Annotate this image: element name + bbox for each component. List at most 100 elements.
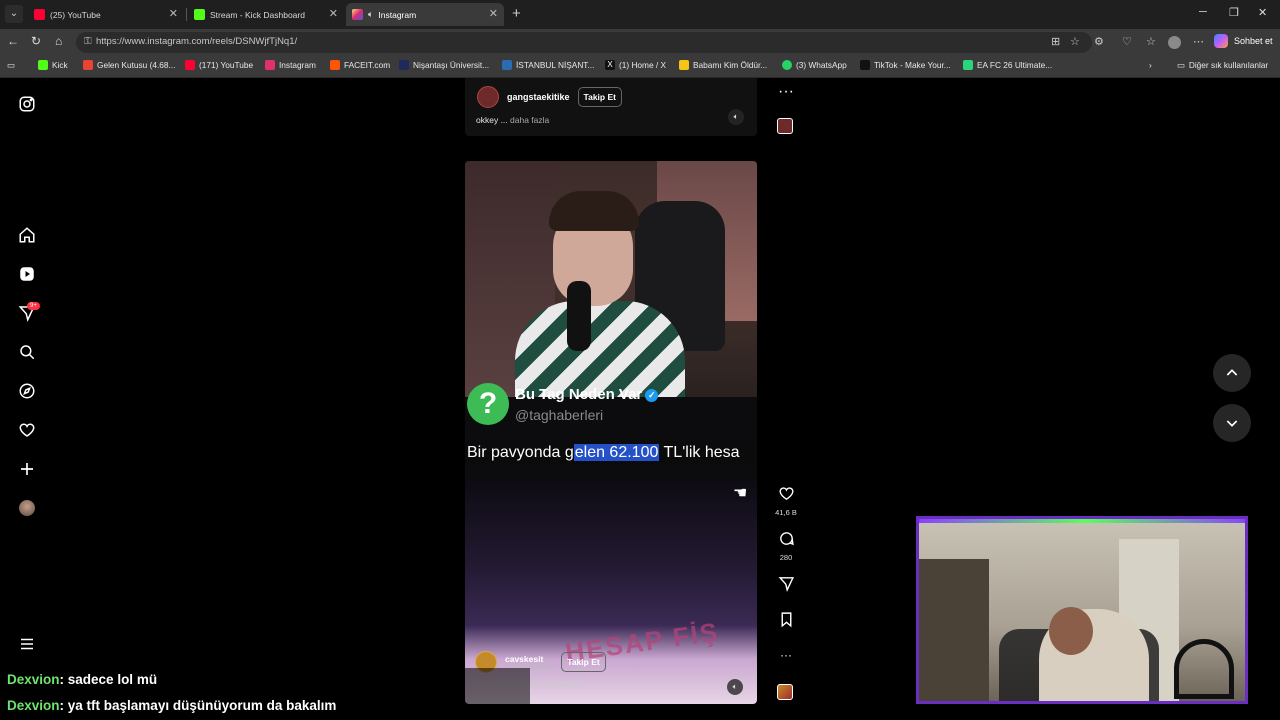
tab-youtube[interactable]: (25) YouTube ✕ bbox=[28, 3, 184, 26]
chevron-up-icon bbox=[1226, 369, 1238, 376]
folder-icon: ▭ bbox=[1177, 60, 1185, 70]
bookmark-faceit[interactable]: FACEIT.com bbox=[330, 60, 390, 70]
like-button[interactable]: 41,6 B bbox=[772, 485, 800, 517]
save-button[interactable] bbox=[772, 611, 800, 633]
bookmark-x[interactable]: X (1) Home / X bbox=[605, 60, 666, 70]
follow-button[interactable]: Takip Et bbox=[561, 652, 606, 672]
audio-thumbnail[interactable] bbox=[777, 118, 793, 134]
restore-icon[interactable]: ❐ bbox=[1229, 6, 1239, 19]
explore-icon[interactable] bbox=[16, 380, 38, 402]
bookmark-tiktok[interactable]: TikTok - Make Your... bbox=[860, 60, 951, 70]
speaker-playing-icon[interactable]: 🔈︎ bbox=[368, 9, 373, 20]
refresh-icon[interactable]: ↻ bbox=[31, 34, 41, 48]
reading-list-icon[interactable]: ▭ bbox=[7, 60, 15, 70]
minimize-icon[interactable]: ─ bbox=[1199, 6, 1207, 18]
more-options-icon[interactable]: ··· bbox=[772, 648, 800, 662]
heart-icon[interactable] bbox=[16, 419, 38, 441]
bookmarks-overflow-chevron-icon[interactable]: › bbox=[1149, 60, 1152, 70]
speaker-icon[interactable]: 🔈︎ bbox=[727, 679, 743, 695]
username[interactable]: gangstaekitike bbox=[507, 92, 570, 102]
address-bar[interactable]: ⚿ https://www.instagram.com/reels/DSNWjf… bbox=[76, 32, 1092, 53]
comment-button[interactable]: 280 bbox=[772, 530, 800, 562]
tab-title: (25) YouTube bbox=[50, 9, 101, 20]
bookmark-label: (171) YouTube bbox=[199, 60, 254, 70]
url-text[interactable]: https://www.instagram.com/reels/DSNWjfTj… bbox=[96, 36, 297, 47]
profile-avatar[interactable] bbox=[1168, 36, 1181, 49]
new-tab-icon[interactable]: + bbox=[512, 5, 521, 23]
like-count: 41,6 B bbox=[775, 508, 797, 517]
tweet-text-line: Bir pavyonda gelen 62.100 TL'lik hesa bbox=[465, 441, 757, 465]
heart-icon bbox=[778, 487, 794, 501]
tiktok-favicon-icon bbox=[860, 60, 870, 70]
create-icon[interactable] bbox=[16, 458, 38, 480]
chat-username: Dexvion bbox=[7, 698, 60, 713]
bookmark-label: Babamı Kim Öldür... bbox=[693, 60, 768, 70]
more-options-icon[interactable]: ⋯ bbox=[1193, 35, 1204, 48]
previous-reel-author: gangstaekitike Takip Et bbox=[477, 86, 622, 108]
window-close-icon[interactable]: ✕ bbox=[1258, 6, 1267, 19]
current-reel-video[interactable]: ? Bu Tag Neden Var ✓ @taghaberleri Bir pa… bbox=[465, 161, 757, 704]
tab-title: Instagram bbox=[378, 9, 417, 20]
chat-text: : ya tft başlamayı düşünüyorum da bakalı… bbox=[59, 698, 337, 713]
more-options-icon[interactable]: ··· bbox=[772, 83, 800, 101]
home-icon[interactable]: ⌂ bbox=[55, 34, 62, 48]
back-icon[interactable]: ← bbox=[7, 34, 19, 48]
favorite-star-icon[interactable]: ☆ bbox=[1070, 35, 1080, 48]
profile-avatar[interactable] bbox=[16, 497, 38, 519]
question-mark-icon: ? bbox=[467, 383, 509, 425]
tab-instagram[interactable]: 🔈︎ Instagram ✕ bbox=[346, 3, 504, 26]
next-reel-button[interactable] bbox=[1213, 404, 1251, 442]
search-icon[interactable] bbox=[16, 341, 38, 363]
home-icon[interactable] bbox=[16, 224, 38, 246]
share-button[interactable] bbox=[772, 575, 800, 597]
bookmark-istanbul-nisantasi[interactable]: İSTANBUL NİŞANT... bbox=[502, 60, 594, 70]
favorites-icon[interactable]: ☆ bbox=[1146, 35, 1156, 48]
tweet-text: Bir pavyonda g bbox=[467, 444, 574, 461]
reels-icon[interactable] bbox=[16, 263, 38, 285]
site-info-icon[interactable]: ⚿ bbox=[84, 36, 92, 47]
tab-actions-chevron-icon[interactable]: ⌄ bbox=[5, 5, 23, 23]
chat-message: Dexvion: sadece lol mü bbox=[7, 672, 157, 687]
instagram-favicon-icon bbox=[352, 9, 363, 20]
more-link[interactable]: daha fazla bbox=[510, 115, 549, 125]
extensions-icon[interactable]: ⚙ bbox=[1094, 35, 1104, 48]
close-tab-icon[interactable]: ✕ bbox=[329, 7, 338, 20]
copilot-chat-button[interactable]: Sohbet et bbox=[1214, 34, 1273, 48]
bookmark-label: Gelen Kutusu (4.68... bbox=[97, 60, 176, 70]
messages-badge: 9+ bbox=[27, 302, 40, 310]
bookmark-label: (1) Home / X bbox=[619, 60, 667, 70]
close-tab-icon[interactable]: ✕ bbox=[489, 7, 498, 20]
follow-button[interactable]: Takip Et bbox=[577, 87, 622, 107]
chat-text: : sadece lol mü bbox=[59, 672, 158, 687]
bookmark-gmail[interactable]: Gelen Kutusu (4.68... bbox=[83, 60, 175, 70]
bookmark-ea-fc[interactable]: EA FC 26 Ultimate... bbox=[963, 60, 1052, 70]
ea-fc-favicon-icon bbox=[963, 60, 973, 70]
other-favorites-folder[interactable]: ▭ Diğer sık kullanılanlar bbox=[1177, 60, 1268, 70]
whatsapp-favicon-icon bbox=[782, 60, 792, 70]
bookmark-babami-kim-oldurdu[interactable]: Babamı Kim Öldür... bbox=[679, 60, 767, 70]
tab-kick-dashboard[interactable]: Stream - Kick Dashboard ✕ bbox=[188, 3, 344, 26]
person-hair bbox=[549, 191, 639, 231]
audio-thumbnail[interactable] bbox=[777, 684, 793, 700]
bookmark-whatsapp[interactable]: (3) WhatsApp bbox=[782, 60, 847, 70]
close-tab-icon[interactable]: ✕ bbox=[169, 7, 178, 20]
split-screen-icon[interactable]: ⊞ bbox=[1051, 35, 1060, 48]
tweet-text: TL'lik hesa bbox=[659, 444, 740, 461]
tab-divider bbox=[186, 8, 187, 21]
tweet-handle: @taghaberleri bbox=[515, 407, 604, 423]
instagram-logo-icon[interactable] bbox=[16, 93, 38, 115]
speaker-icon[interactable]: 🔈︎ bbox=[728, 109, 744, 125]
bookmark-nisantasi[interactable]: Nişantaşı Üniversit... bbox=[399, 60, 489, 70]
avatar[interactable] bbox=[477, 86, 499, 108]
bookmark-youtube[interactable]: (171) YouTube bbox=[185, 60, 253, 70]
faceit-favicon-icon bbox=[330, 60, 340, 70]
bookmark-kick[interactable]: Kick bbox=[38, 60, 68, 70]
bookmark-instagram[interactable]: Instagram bbox=[265, 60, 316, 70]
menu-icon[interactable] bbox=[16, 633, 38, 655]
imdb-favicon-icon bbox=[679, 60, 689, 70]
previous-reel-button[interactable] bbox=[1213, 354, 1251, 392]
browser-essentials-icon[interactable]: ♡ bbox=[1122, 35, 1132, 48]
x-favicon-icon: X bbox=[605, 60, 615, 70]
bookmark-label: (3) WhatsApp bbox=[796, 60, 847, 70]
username[interactable]: cavskesit bbox=[505, 654, 553, 664]
